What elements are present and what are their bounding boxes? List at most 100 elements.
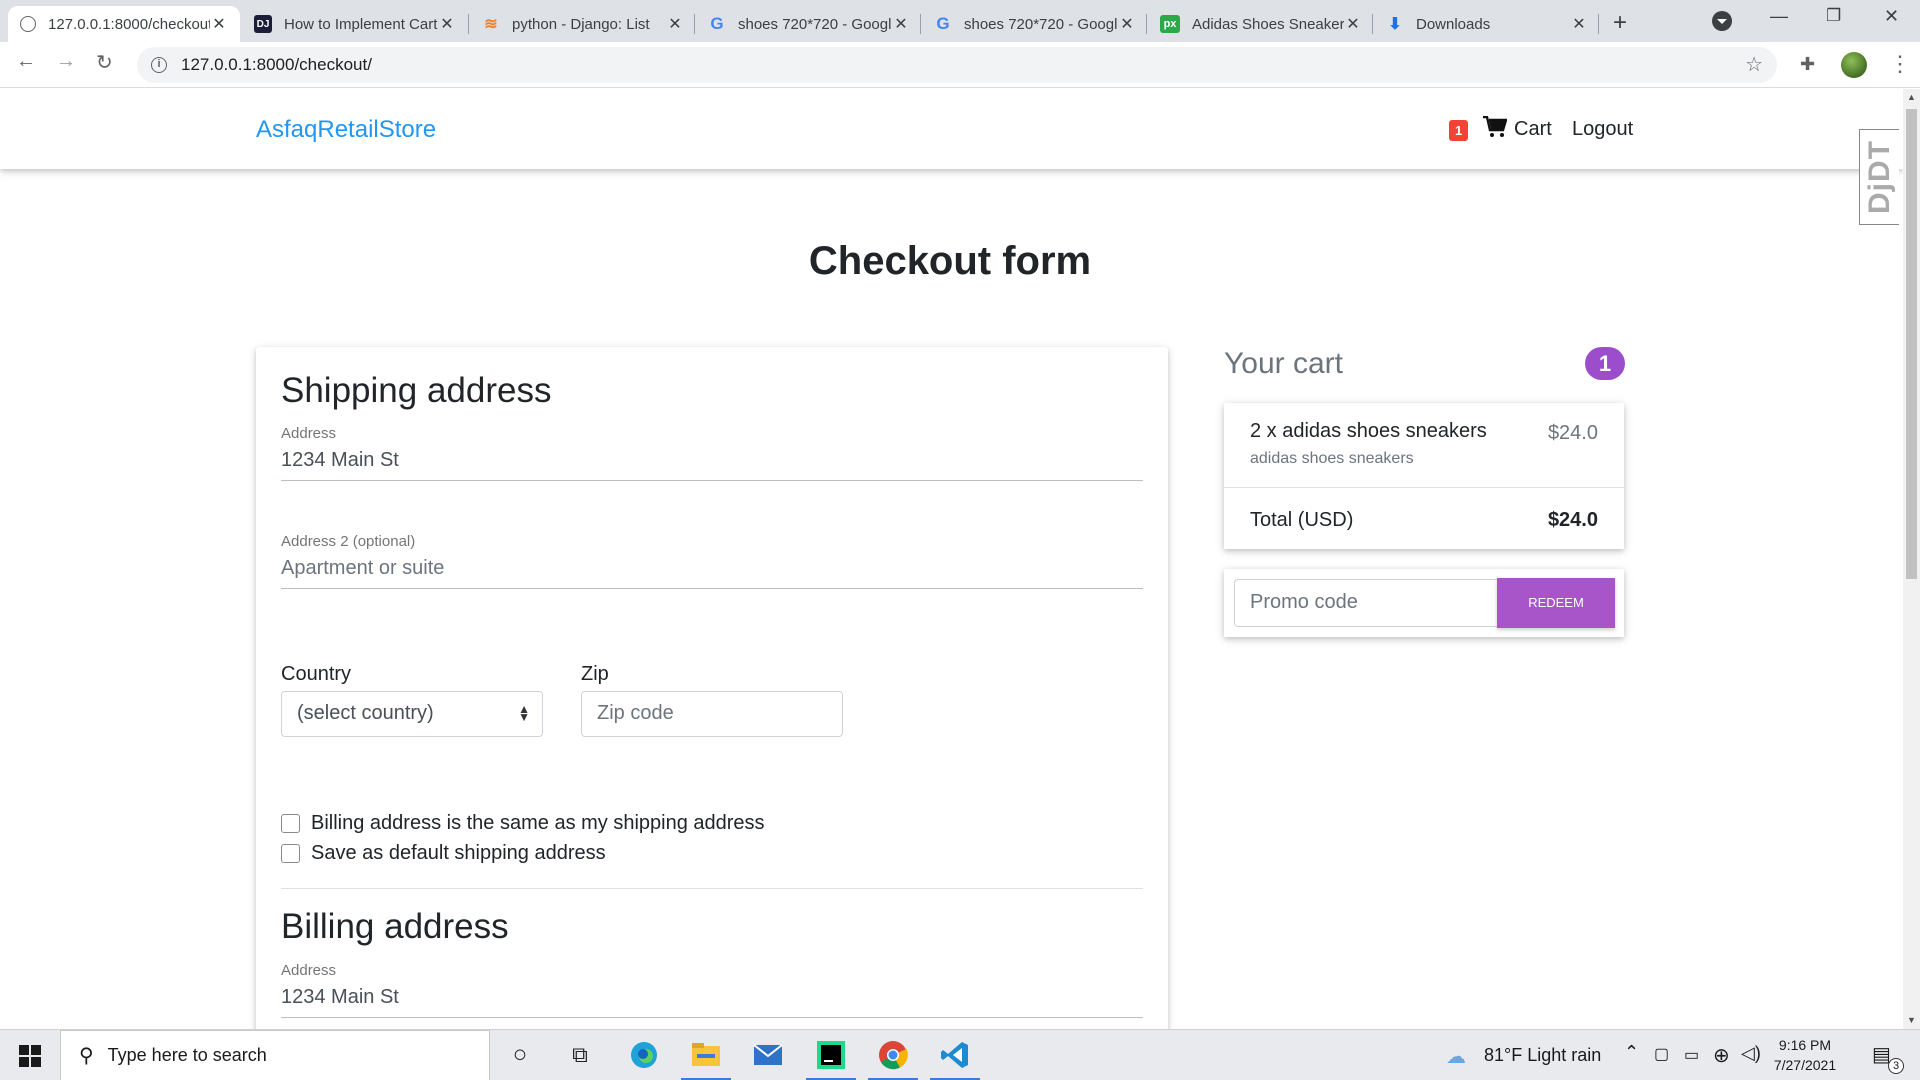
- edge-icon[interactable]: [628, 1039, 660, 1071]
- shipping-address-input[interactable]: 1234 Main St: [281, 445, 1143, 481]
- close-icon[interactable]: ✕: [892, 14, 910, 34]
- chrome-icon[interactable]: [877, 1039, 909, 1071]
- windows-start-icon[interactable]: [19, 1045, 41, 1067]
- volume-icon[interactable]: ◁): [1741, 1043, 1761, 1064]
- checkout-form-card: Shipping address Address 1234 Main St Ad…: [256, 347, 1168, 1029]
- forward-icon[interactable]: →: [56, 50, 76, 73]
- battery-icon[interactable]: ▭: [1684, 1045, 1699, 1065]
- tab-adidas-shoes[interactable]: px Adidas Shoes Sneakers ✕: [1148, 6, 1374, 42]
- pycharm-icon[interactable]: [815, 1039, 847, 1071]
- billing-heading: Billing address: [281, 907, 509, 946]
- site-navbar: AsfaqRetailStore 1 Cart Logout: [0, 89, 1903, 169]
- close-window-icon[interactable]: ✕: [1884, 6, 1899, 27]
- close-icon[interactable]: ✕: [210, 14, 228, 34]
- tab-how-to-implement[interactable]: DJ How to Implement Cart ✕: [242, 6, 468, 42]
- restore-icon[interactable]: ❐: [1826, 6, 1841, 26]
- tab-downloads[interactable]: ⬇ Downloads ✕: [1374, 6, 1600, 42]
- scroll-down-icon[interactable]: ▼: [1907, 1015, 1916, 1025]
- more-menu-icon[interactable]: ⋮: [1889, 51, 1911, 77]
- logout-link[interactable]: Logout: [1572, 118, 1633, 141]
- zip-input[interactable]: Zip code: [581, 691, 843, 737]
- taskbar-search-box[interactable]: ⚲ Type here to search: [60, 1030, 490, 1080]
- close-icon[interactable]: ✕: [1344, 14, 1362, 34]
- new-tab-button[interactable]: +: [1613, 9, 1627, 37]
- close-icon[interactable]: ✕: [1118, 14, 1136, 34]
- page-scrollbar[interactable]: ▲ ▼: [1903, 89, 1920, 1029]
- weather-cloud-icon: ☁: [1446, 1046, 1466, 1068]
- shopping-cart-icon[interactable]: [1483, 116, 1507, 138]
- scrollbar-thumb[interactable]: [1906, 109, 1917, 579]
- notification-count-badge: 3: [1888, 1058, 1904, 1074]
- url-text[interactable]: 127.0.0.1:8000/checkout/: [181, 55, 372, 75]
- mail-icon[interactable]: [752, 1039, 784, 1071]
- cart-item-description: adidas shoes sneakers: [1250, 450, 1414, 467]
- meet-now-icon[interactable]: ▢: [1654, 1044, 1669, 1064]
- cart-link[interactable]: Cart: [1514, 118, 1552, 141]
- cart-summary-card: 2 x adidas shoes sneakers adidas shoes s…: [1224, 403, 1624, 549]
- close-icon[interactable]: ✕: [438, 14, 456, 34]
- ddt-label: DjDT: [1862, 140, 1896, 214]
- billing-address-input[interactable]: 1234 Main St: [281, 982, 1143, 1018]
- close-icon[interactable]: ✕: [1570, 14, 1588, 34]
- cart-item-name: 2 x adidas shoes sneakers: [1250, 420, 1487, 442]
- tab-title: 127.0.0.1:8000/checkout/: [48, 15, 210, 33]
- promo-code-input[interactable]: Promo code: [1234, 579, 1498, 627]
- scroll-up-icon[interactable]: ▲: [1907, 92, 1916, 102]
- pixabay-icon: px: [1160, 15, 1180, 33]
- same-billing-checkbox[interactable]: [281, 814, 300, 833]
- tab-separator: [1372, 14, 1373, 34]
- cortana-icon[interactable]: ○: [504, 1039, 536, 1071]
- save-default-checkbox-row[interactable]: Save as default shipping address: [281, 842, 606, 865]
- tab-separator: [1598, 14, 1599, 34]
- back-icon[interactable]: ←: [16, 50, 36, 73]
- minimize-icon[interactable]: —: [1770, 6, 1788, 27]
- taskbar-search-placeholder: Type here to search: [107, 1045, 267, 1065]
- save-default-label[interactable]: Save as default shipping address: [311, 842, 606, 865]
- django-debug-toolbar-handle[interactable]: DjDT: [1859, 129, 1899, 225]
- tab-stackoverflow[interactable]: ≋ python - Django: List ✕: [470, 6, 696, 42]
- tab-title: shoes 720*720 - Google: [738, 15, 892, 33]
- tab-separator: [468, 14, 469, 34]
- country-selected-value: (select country): [297, 702, 434, 724]
- extensions-puzzle-icon[interactable]: ✚: [1800, 54, 1815, 75]
- shipping-heading: Shipping address: [281, 371, 552, 410]
- tab-title: Downloads: [1416, 15, 1491, 33]
- info-icon[interactable]: i: [151, 57, 167, 73]
- bookmark-star-icon[interactable]: ☆: [1745, 52, 1763, 77]
- tab-search-icon[interactable]: [1712, 11, 1732, 31]
- vscode-icon[interactable]: [939, 1039, 971, 1071]
- shipping-address2-input[interactable]: Apartment or suite: [281, 553, 1143, 589]
- clock-date: 7/27/2021: [1773, 1057, 1837, 1073]
- close-icon[interactable]: ✕: [666, 14, 684, 34]
- file-explorer-icon[interactable]: [690, 1039, 722, 1071]
- network-globe-icon[interactable]: ⊕: [1713, 1043, 1730, 1068]
- total-label: Total (USD): [1250, 509, 1354, 531]
- select-arrows-icon: ▲ ▼: [518, 702, 530, 724]
- same-billing-label[interactable]: Billing address is the same as my shippi…: [311, 812, 765, 835]
- billing-address-label: Address: [281, 962, 337, 979]
- profile-avatar[interactable]: [1841, 52, 1867, 78]
- save-default-checkbox[interactable]: [281, 844, 300, 863]
- tab-checkout[interactable]: 127.0.0.1:8000/checkout/ ✕: [8, 6, 240, 42]
- tray-overflow-icon[interactable]: ⌃: [1624, 1042, 1639, 1063]
- section-divider: [281, 888, 1143, 889]
- address2-label: Address 2 (optional): [281, 533, 416, 550]
- brand-link[interactable]: AsfaqRetailStore: [256, 116, 436, 144]
- cart-divider: [1224, 487, 1624, 488]
- address-bar[interactable]: i 127.0.0.1:8000/checkout/ ☆: [137, 47, 1777, 83]
- task-view-icon[interactable]: ⧉: [564, 1039, 596, 1071]
- redeem-button[interactable]: REDEEM: [1497, 578, 1615, 628]
- tab-google-search-1[interactable]: G shoes 720*720 - Google ✕: [696, 6, 922, 42]
- reload-icon[interactable]: ↻: [96, 50, 113, 75]
- country-select[interactable]: (select country) ▲ ▼: [281, 691, 543, 737]
- clock-time: 9:16 PM: [1778, 1037, 1832, 1053]
- tab-separator: [920, 14, 921, 34]
- tab-title: How to Implement Cart: [284, 15, 438, 33]
- weather-text[interactable]: 81°F Light rain: [1484, 1045, 1601, 1066]
- browser-tab-strip: 127.0.0.1:8000/checkout/ ✕ DJ How to Imp…: [0, 0, 1920, 42]
- same-billing-checkbox-row[interactable]: Billing address is the same as my shippi…: [281, 812, 765, 835]
- zip-label: Zip: [581, 663, 609, 685]
- system-clock[interactable]: 9:16 PM 7/27/2021: [1760, 1035, 1850, 1075]
- tab-google-search-2[interactable]: G shoes 720*720 - Google ✕: [922, 6, 1148, 42]
- tab-separator: [694, 14, 695, 34]
